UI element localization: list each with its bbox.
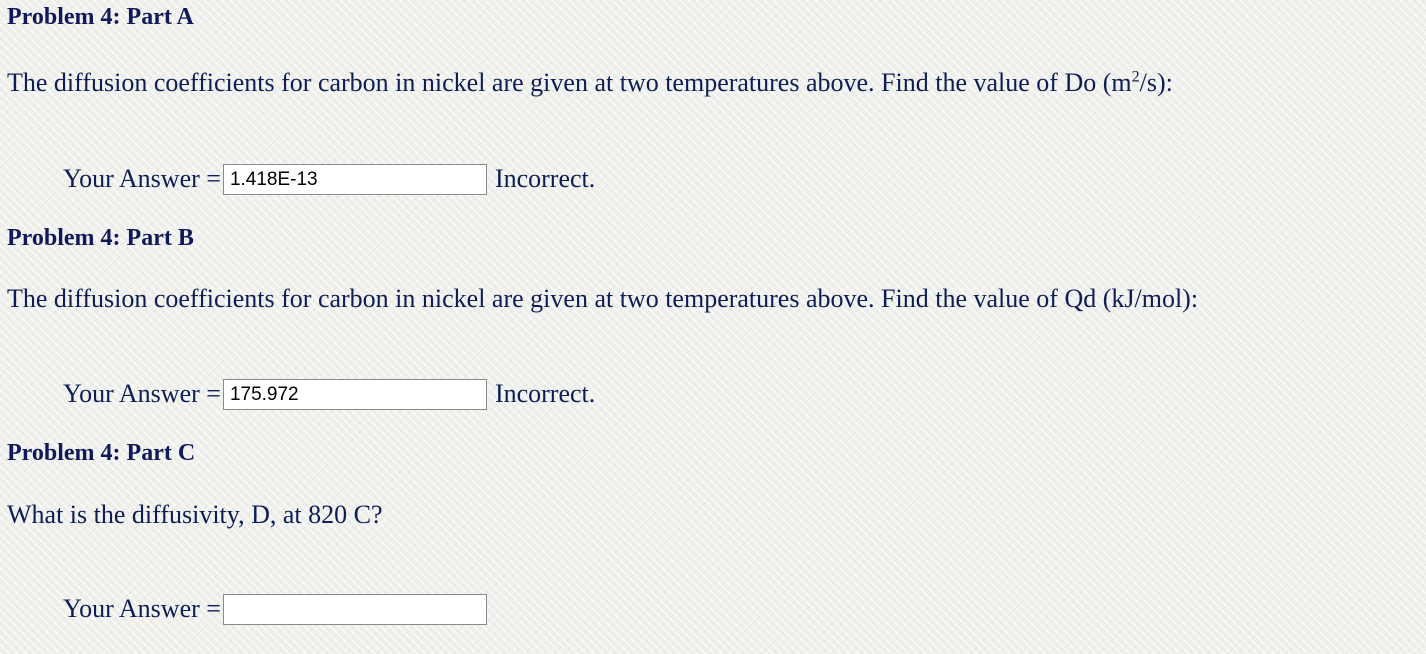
part-b-question: The diffusion coefficients for carbon in… bbox=[7, 284, 1199, 313]
part-a-heading: Problem 4: Part A bbox=[7, 4, 194, 30]
part-b-answer-input[interactable] bbox=[222, 378, 487, 410]
part-a-question: The diffusion coefficients for carbon in… bbox=[7, 68, 1173, 98]
part-c-answer-label: Your Answer = bbox=[63, 594, 221, 623]
part-a-answer-row: Your Answer = Incorrect. bbox=[63, 162, 595, 196]
part-a-question-superscript: 2 bbox=[1131, 68, 1140, 86]
part-c-answer-row: Your Answer = bbox=[63, 592, 487, 626]
part-a-question-tail: /s): bbox=[1139, 68, 1173, 97]
part-a-answer-input[interactable] bbox=[222, 163, 487, 195]
part-b-answer-row: Your Answer = Incorrect. bbox=[63, 377, 595, 411]
part-b-heading: Problem 4: Part B bbox=[7, 225, 194, 251]
part-a-question-text: The diffusion coefficients for carbon in… bbox=[7, 68, 1132, 97]
part-c-heading: Problem 4: Part C bbox=[7, 440, 196, 466]
part-c-question: What is the diffusivity, D, at 820 C? bbox=[7, 500, 383, 529]
part-b-answer-label: Your Answer = bbox=[63, 379, 221, 408]
part-a-feedback: Incorrect. bbox=[494, 164, 596, 193]
part-b-feedback: Incorrect. bbox=[494, 379, 596, 408]
part-c-answer-input[interactable] bbox=[222, 593, 487, 625]
part-a-answer-label: Your Answer = bbox=[63, 164, 221, 193]
